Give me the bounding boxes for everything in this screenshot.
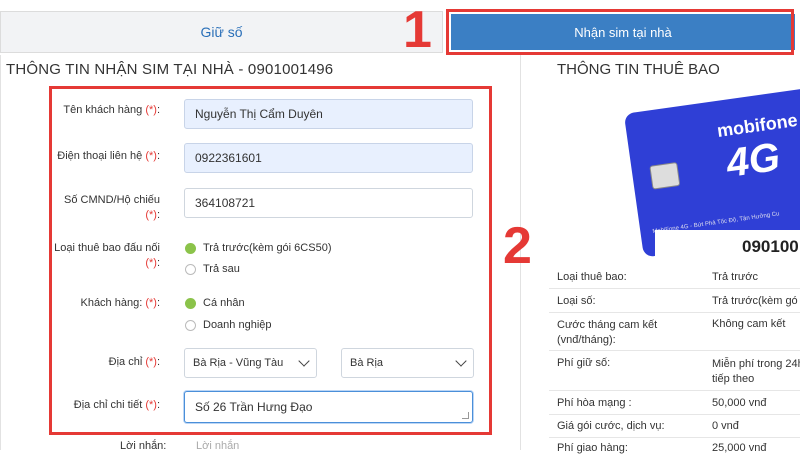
divider <box>549 437 800 438</box>
info-key: Phí giao hàng: <box>557 442 628 454</box>
step-number-1: 1 <box>403 1 432 59</box>
info-value: 0 vnđ <box>712 420 739 432</box>
note-label: Lời nhắn: <box>120 440 167 452</box>
info-key: Loại thuê bao: <box>557 271 627 283</box>
badge-4g: 4G <box>723 134 783 186</box>
info-key: Phí hòa mạng : <box>557 397 632 409</box>
sim-chip-icon <box>649 161 681 190</box>
info-value: Không cam kết <box>712 318 786 330</box>
info-value: Trả trước <box>712 271 758 283</box>
step2-highlight-box <box>49 86 492 435</box>
info-key: Cước tháng cam kết (vnđ/tháng): <box>557 319 658 346</box>
note-field[interactable]: Lời nhắn <box>196 440 239 452</box>
tab-giu-so-label: Giữ số <box>200 24 243 40</box>
step1-highlight-box <box>446 9 794 55</box>
divider <box>549 312 800 313</box>
divider <box>549 390 800 391</box>
info-key: Loại số: <box>557 295 596 307</box>
step-number-2: 2 <box>503 217 532 275</box>
info-value: Miễn phí trong 24h tiếp theo <box>712 358 800 385</box>
info-value: Trả trước(kèm gó <box>712 295 798 307</box>
info-key: Giá gói cước, dịch vụ: <box>557 420 665 432</box>
divider <box>549 288 800 289</box>
info-key: Phí giữ số: <box>557 357 611 369</box>
divider <box>549 414 800 415</box>
form-heading: THÔNG TIN NHẬN SIM TẠI NHÀ - 0901001496 <box>6 61 334 78</box>
subscriber-info-heading: THÔNG TIN THUÊ BAO <box>557 61 720 78</box>
info-value: 50,000 vnđ <box>712 397 767 409</box>
sim-number: 090100 <box>742 237 799 256</box>
divider <box>549 350 800 351</box>
tab-giu-so[interactable]: Giữ số <box>0 11 443 53</box>
info-value: 25,000 vnđ <box>712 442 767 454</box>
left-panel-border <box>0 55 1 450</box>
